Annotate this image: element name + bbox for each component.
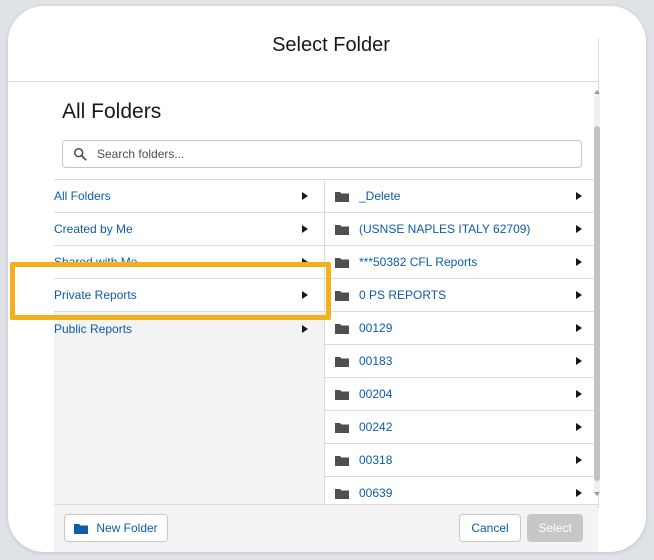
folder-icon <box>74 523 89 534</box>
folder-icon <box>335 455 349 466</box>
scrollbar[interactable] <box>594 96 600 492</box>
folder-icon <box>335 191 349 202</box>
search-box[interactable] <box>62 140 582 168</box>
nav-item-label: All Folders <box>54 189 111 203</box>
folder-label: _Delete <box>359 189 401 203</box>
new-folder-button[interactable]: New Folder <box>64 514 168 542</box>
chevron-right-icon <box>576 489 582 497</box>
folder-icon <box>335 488 349 499</box>
folder-icon <box>335 290 349 301</box>
folder-label: (USNSE NAPLES ITALY 62709) <box>359 222 531 236</box>
search-icon <box>73 147 87 161</box>
scroll-up-arrow-icon[interactable] <box>594 90 600 94</box>
nav-item-label: Private Reports <box>54 288 137 302</box>
section-title: All Folders <box>62 100 162 123</box>
modal-footer: New Folder Cancel Select <box>54 504 598 552</box>
folder-item[interactable]: ***50382 CFL Reports <box>325 246 598 279</box>
folder-item[interactable]: _Delete <box>325 180 598 213</box>
folder-icon <box>335 323 349 334</box>
folder-icon <box>335 257 349 268</box>
nav-item-public-reports[interactable]: Public Reports <box>54 312 324 345</box>
folder-list: _Delete (USNSE NAPLES ITALY 62709) ***50… <box>325 180 598 504</box>
folder-icon <box>335 356 349 367</box>
search-input[interactable] <box>95 146 559 162</box>
chevron-right-icon <box>576 390 582 398</box>
folder-item[interactable]: 0 PS REPORTS <box>325 279 598 312</box>
chevron-right-icon <box>576 456 582 464</box>
modal-title: Select Folder <box>272 34 390 56</box>
nav-item-created-by-me[interactable]: Created by Me <box>54 213 324 246</box>
chevron-right-icon <box>576 291 582 299</box>
folder-label: 00639 <box>359 486 393 500</box>
category-list: All Folders Created by Me Shared with Me… <box>54 180 325 504</box>
nav-item-shared-with-me[interactable]: Shared with Me <box>54 246 324 279</box>
nav-item-label: Created by Me <box>54 222 133 236</box>
folder-label: 00242 <box>359 420 393 434</box>
folder-label: 0 PS REPORTS <box>359 288 447 302</box>
folder-icon <box>335 422 349 433</box>
folder-item[interactable]: 00204 <box>325 378 598 411</box>
folder-item[interactable]: 00129 <box>325 312 598 345</box>
chevron-right-icon <box>576 258 582 266</box>
nav-item-all-folders[interactable]: All Folders <box>54 180 324 213</box>
modal-header: Select Folder <box>8 6 598 82</box>
select-button[interactable]: Select <box>527 514 583 542</box>
new-folder-label: New Folder <box>96 521 158 535</box>
chevron-right-icon <box>576 225 582 233</box>
folder-icon <box>335 224 349 235</box>
modal-body: All Folders All Folders Created by Me Sh <box>54 84 598 504</box>
folder-label: ***50382 CFL Reports <box>359 255 478 269</box>
folder-label: 00129 <box>359 321 393 335</box>
chevron-right-icon <box>302 258 308 266</box>
folder-item[interactable]: 00639 <box>325 477 598 504</box>
folder-item[interactable]: 00318 <box>325 444 598 477</box>
scroll-down-arrow-icon[interactable] <box>594 492 600 496</box>
chevron-right-icon <box>576 423 582 431</box>
folder-label: 00318 <box>359 453 393 467</box>
chevron-right-icon <box>302 225 308 233</box>
folder-item[interactable]: 00183 <box>325 345 598 378</box>
chevron-right-icon <box>576 357 582 365</box>
chevron-right-icon <box>576 192 582 200</box>
folder-icon <box>335 389 349 400</box>
chevron-right-icon <box>302 192 308 200</box>
chevron-right-icon <box>576 324 582 332</box>
folder-label: 00204 <box>359 387 393 401</box>
select-folder-modal: Select Folder All Folders All Folders Cr… <box>8 6 646 552</box>
folder-item[interactable]: (USNSE NAPLES ITALY 62709) <box>325 213 598 246</box>
cancel-button[interactable]: Cancel <box>459 514 521 542</box>
nav-item-label: Public Reports <box>54 321 133 336</box>
nav-item-label: Shared with Me <box>54 255 138 269</box>
nav-item-private-reports[interactable]: Private Reports <box>54 279 324 312</box>
chevron-right-icon <box>302 324 308 333</box>
scrollbar-thumb[interactable] <box>594 126 600 481</box>
chevron-right-icon <box>302 291 308 299</box>
folder-label: 00183 <box>359 354 393 368</box>
folder-browser: All Folders Created by Me Shared with Me… <box>54 179 598 504</box>
folder-item[interactable]: 00242 <box>325 411 598 444</box>
